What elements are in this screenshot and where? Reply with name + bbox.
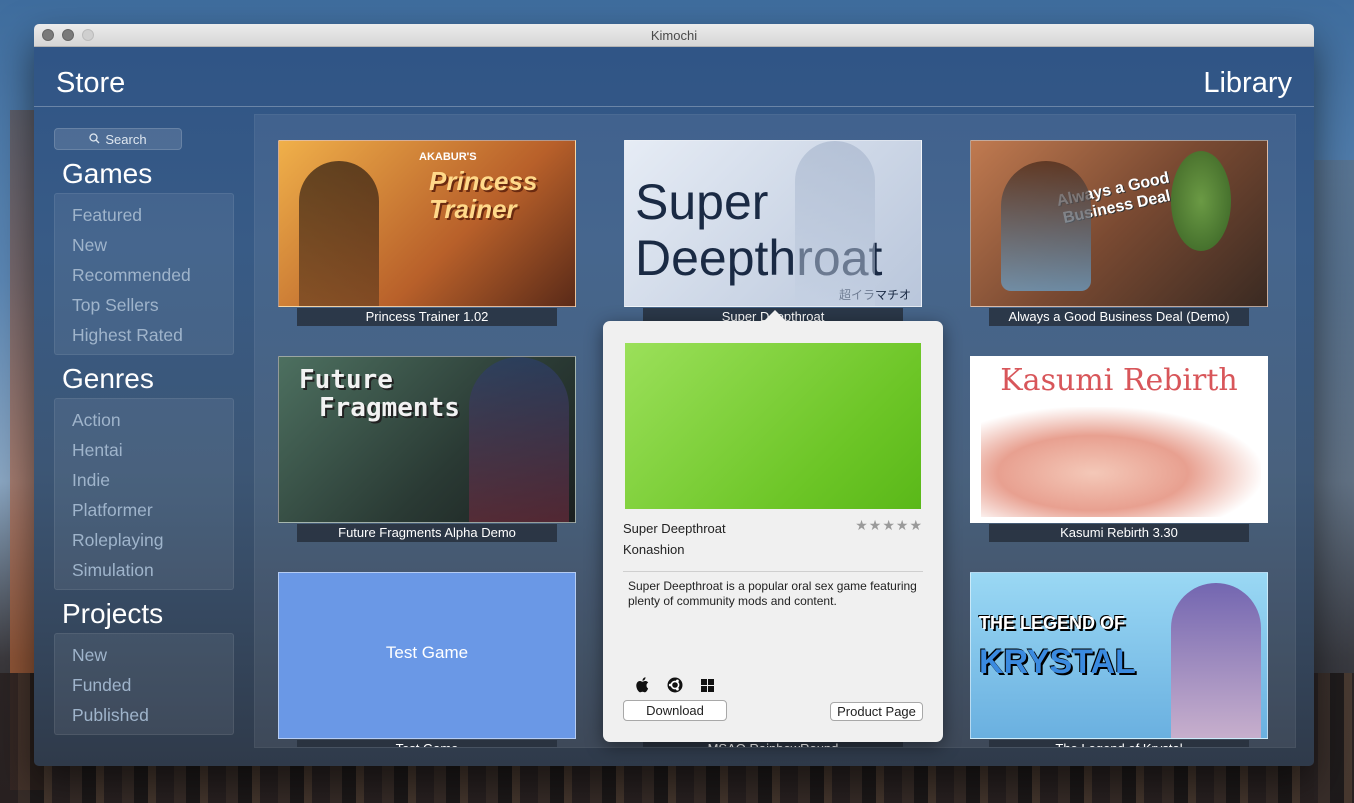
game-tile-test-game[interactable]: Test Game (278, 572, 576, 739)
sidebar-item-published[interactable]: Published (55, 700, 233, 730)
sidebar-item-indie[interactable]: Indie (55, 465, 233, 495)
game-screenshot (625, 343, 921, 509)
windows-icon (698, 676, 716, 694)
game-tile-always-good-business-deal[interactable]: Always a Good Business Deal (970, 140, 1268, 307)
art-character (981, 407, 1261, 517)
projects-menu: New Funded Published (54, 633, 234, 735)
game-caption: Test Game (297, 740, 557, 747)
sidebar-item-projects-new[interactable]: New (55, 640, 233, 670)
sidebar: Search Games Featured New Recommended To… (54, 128, 234, 735)
rating-stars[interactable]: ★★★★★ (855, 517, 923, 534)
art-title: Test Game (385, 643, 469, 662)
sidebar-item-hentai[interactable]: Hentai (55, 435, 233, 465)
header: Store Library (34, 47, 1314, 107)
product-page-button[interactable]: Product Page (830, 702, 923, 721)
library-tab[interactable]: Library (1203, 67, 1292, 100)
store-tab[interactable]: Store (56, 67, 125, 100)
game-tile-kasumi-rebirth[interactable]: Kasumi Rebirth (970, 356, 1268, 523)
game-tile-future-fragments[interactable]: Future Fragments (278, 356, 576, 523)
section-title-projects: Projects (62, 598, 164, 629)
game-tile-legend-of-krystal[interactable]: THE LEGEND OF KRYSTAL (970, 572, 1268, 739)
search-icon (89, 132, 100, 147)
search-input[interactable]: Search (54, 128, 182, 150)
game-detail-popover: Super Deepthroat ★★★★★ Konashion Super D… (603, 310, 943, 742)
game-developer[interactable]: Konashion (623, 542, 684, 557)
art-title: Princess Trainer (429, 166, 538, 224)
sidebar-item-platformer[interactable]: Platformer (55, 495, 233, 525)
download-button[interactable]: Download (623, 700, 727, 721)
sidebar-item-featured[interactable]: Featured (55, 200, 233, 230)
sidebar-item-recommended[interactable]: Recommended (55, 260, 233, 290)
sidebar-item-new[interactable]: New (55, 230, 233, 260)
art-title: Future (299, 365, 393, 395)
games-menu: Featured New Recommended Top Sellers Hig… (54, 193, 234, 355)
game-title: Super Deepthroat (623, 521, 726, 536)
sidebar-item-highest-rated[interactable]: Highest Rated (55, 320, 233, 350)
art-brand: AKABUR'S (419, 151, 477, 163)
art-title-2: Fragments (319, 393, 460, 423)
titlebar: Kimochi (34, 24, 1314, 47)
section-title-genres: Genres (62, 363, 154, 394)
window-title: Kimochi (650, 28, 698, 43)
genres-menu: Action Hentai Indie Platformer Roleplayi… (54, 398, 234, 590)
game-tile-super-deepthroat[interactable]: Super Deepthroat 超イラマチオ (624, 140, 922, 307)
divider (623, 571, 923, 572)
art-title: Super (635, 174, 769, 230)
game-caption: Future Fragments Alpha Demo (297, 524, 557, 542)
art-title-2: KRYSTAL (979, 643, 1136, 681)
game-caption: Always a Good Business Deal (Demo) (989, 308, 1249, 326)
art-title: Kasumi Rebirth (1000, 363, 1238, 398)
apple-icon (634, 676, 652, 694)
art-title: THE LEGEND OF (979, 613, 1126, 633)
art-silhouette (795, 141, 875, 306)
platform-icons (634, 676, 716, 694)
sidebar-item-action[interactable]: Action (55, 405, 233, 435)
sidebar-item-roleplaying[interactable]: Roleplaying (55, 525, 233, 555)
art-character (1001, 161, 1091, 291)
sidebar-item-top-sellers[interactable]: Top Sellers (55, 290, 233, 320)
sidebar-item-simulation[interactable]: Simulation (55, 555, 233, 585)
game-description: Super Deepthroat is a popular oral sex g… (628, 579, 917, 608)
search-placeholder: Search (105, 131, 147, 147)
ubuntu-icon (666, 676, 684, 694)
game-caption: Princess Trainer 1.02 (297, 308, 557, 326)
game-tile-princess-trainer[interactable]: AKABUR'S Princess Trainer (278, 140, 576, 307)
art-character (469, 357, 569, 522)
art-character (1171, 583, 1261, 738)
art-plant (1171, 151, 1231, 251)
sidebar-item-funded[interactable]: Funded (55, 670, 233, 700)
game-caption: Kasumi Rebirth 3.30 (989, 524, 1249, 542)
section-title-games: Games (62, 158, 153, 189)
game-caption: The Legend of Krystal (989, 740, 1249, 747)
art-character (299, 161, 379, 306)
